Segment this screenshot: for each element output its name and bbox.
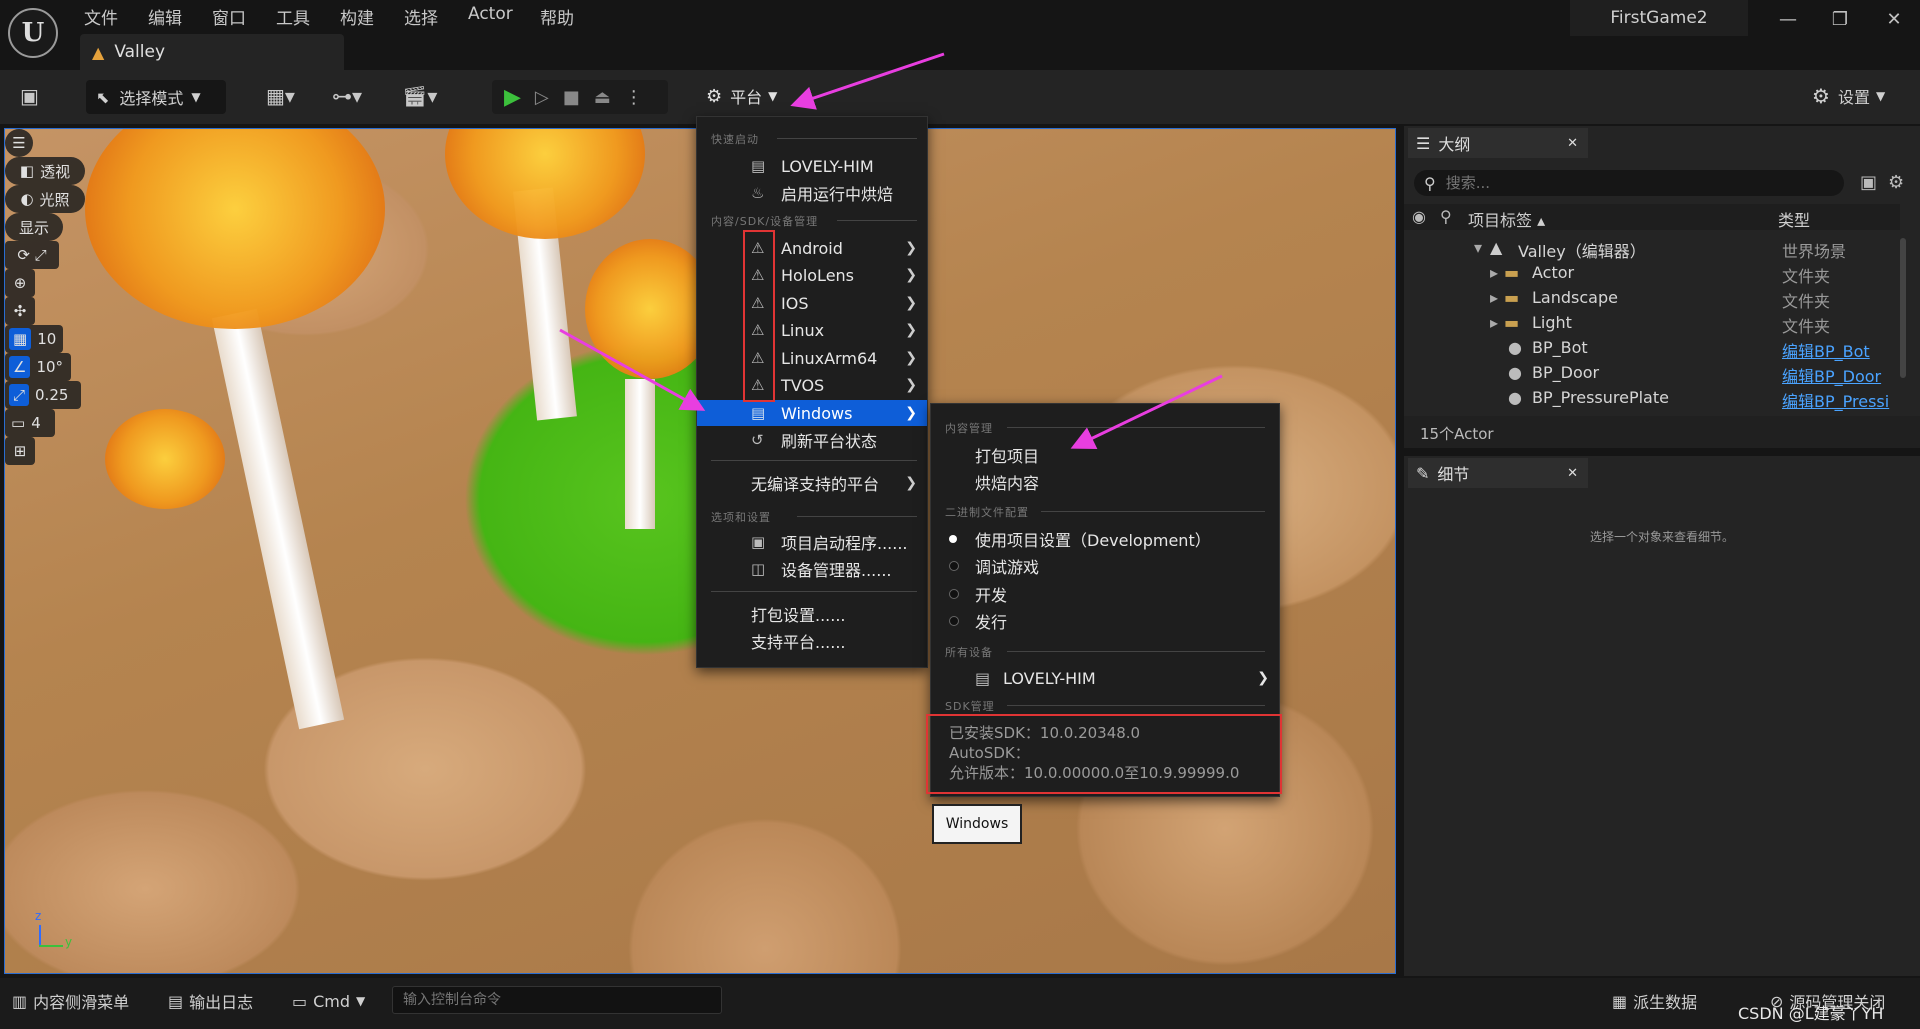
- folder-icon: ▬: [1504, 313, 1520, 332]
- derived-data-button[interactable]: ▦ 派生数据: [1612, 986, 1697, 1016]
- actor-icon: ●: [1508, 338, 1522, 357]
- outliner-row[interactable]: ● BP_PressurePlate 编辑BP_Pressi: [1404, 388, 1900, 413]
- drawer-icon: ▥: [12, 991, 28, 1011]
- edit-blueprint-link[interactable]: 编辑BP_Bot: [1782, 338, 1870, 362]
- scrollbar[interactable]: [1900, 238, 1906, 378]
- row-name: Light: [1532, 313, 1572, 332]
- row-type: 文件夹: [1782, 317, 1831, 336]
- row-type: 文件夹: [1782, 267, 1831, 286]
- pencil-icon: ✎: [1416, 463, 1430, 483]
- search-icon: ⚲: [1424, 173, 1436, 193]
- visibility-icon[interactable]: ◉: [1412, 207, 1426, 226]
- expand-icon[interactable]: ▸: [1490, 313, 1498, 332]
- search-input[interactable]: [1443, 173, 1808, 193]
- outliner-tab-label: 大纲: [1438, 135, 1471, 154]
- folder-icon: ▬: [1504, 288, 1520, 307]
- cmd-dropdown[interactable]: ▭ Cmd ▼: [292, 986, 365, 1016]
- content-drawer-label: 内容侧滑菜单: [33, 993, 130, 1012]
- outliner-header: ◉ ⚲ 项目标签 ▴ 类型: [1404, 204, 1900, 230]
- add-folder-icon[interactable]: ▣: [1860, 172, 1877, 193]
- row-name: BP_PressurePlate: [1532, 388, 1669, 407]
- gear-icon[interactable]: ⚙: [1888, 172, 1904, 193]
- derived-data-label: 派生数据: [1633, 993, 1698, 1012]
- column-type[interactable]: 类型: [1778, 207, 1810, 231]
- row-type: 世界场景: [1782, 242, 1847, 261]
- outliner-panel: ☰ 大纲 ✕ ⚲ ▣ ⚙ ◉ ⚲ 项目标签 ▴ 类型 ▾ ▲ Valley（编辑…: [1404, 126, 1920, 448]
- actor-count: 15个Actor: [1420, 425, 1494, 443]
- details-tab[interactable]: ✎ 细节 ✕: [1408, 458, 1588, 488]
- row-type: 文件夹: [1782, 292, 1831, 311]
- derived-data-icon: ▦: [1612, 991, 1628, 1011]
- collapse-icon[interactable]: ▾: [1474, 238, 1482, 257]
- expand-icon[interactable]: ▸: [1490, 288, 1498, 307]
- actor-icon: ●: [1508, 388, 1522, 407]
- edit-blueprint-link[interactable]: 编辑BP_Door: [1782, 363, 1881, 387]
- close-icon[interactable]: ✕: [1567, 466, 1578, 481]
- watermark: CSDN @L建豪丫YH: [1738, 1004, 1884, 1023]
- edit-blueprint-link[interactable]: 编辑BP_Pressi: [1782, 388, 1889, 412]
- outliner-row[interactable]: ▾ ▲ Valley（编辑器） 世界场景: [1404, 238, 1900, 263]
- outliner-row[interactable]: ▸ ▬ Light 文件夹: [1404, 313, 1900, 338]
- row-name: Landscape: [1532, 288, 1618, 307]
- details-tab-label: 细节: [1437, 465, 1470, 484]
- cmd-label: Cmd: [313, 991, 351, 1011]
- chevron-down-icon: ▼: [356, 994, 366, 1008]
- row-name: BP_Bot: [1532, 338, 1588, 357]
- details-panel: ✎ 细节 ✕ 选择一个对象来查看细节。: [1404, 456, 1920, 976]
- folder-icon: ▬: [1504, 263, 1520, 282]
- expand-icon[interactable]: ▸: [1490, 263, 1498, 282]
- output-log-button[interactable]: ▤ 输出日志: [168, 986, 253, 1016]
- outliner-tab[interactable]: ☰ 大纲 ✕: [1408, 128, 1588, 158]
- row-name: BP_Door: [1532, 363, 1600, 382]
- console-icon: ▭: [292, 991, 308, 1011]
- arrow-to-package-project: [1070, 374, 1223, 450]
- pin-icon[interactable]: ⚲: [1440, 207, 1452, 226]
- close-icon[interactable]: ✕: [1567, 136, 1578, 151]
- row-name: Actor: [1532, 263, 1575, 282]
- details-empty-hint: 选择一个对象来查看细节。: [1589, 530, 1734, 544]
- actor-icon: ●: [1508, 363, 1522, 382]
- log-icon: ▤: [168, 991, 184, 1011]
- row-name: Valley（编辑器）: [1518, 242, 1646, 261]
- column-label[interactable]: 项目标签 ▴: [1468, 207, 1545, 231]
- output-log-label: 输出日志: [189, 993, 254, 1012]
- outliner-footer: 15个Actor: [1404, 416, 1920, 448]
- console-input[interactable]: [392, 986, 722, 1014]
- world-icon: ▲: [1490, 238, 1503, 257]
- outliner-row[interactable]: ● BP_Bot 编辑BP_Bot: [1404, 338, 1900, 363]
- outliner-row[interactable]: ● BP_Door 编辑BP_Door: [1404, 363, 1900, 388]
- outliner-icon: ☰: [1416, 133, 1431, 153]
- arrow-to-platform: [790, 52, 945, 110]
- outliner-search[interactable]: ⚲: [1414, 170, 1844, 196]
- outliner-row[interactable]: ▸ ▬ Actor 文件夹: [1404, 263, 1900, 288]
- arrow-to-windows: [559, 328, 706, 411]
- outliner-row[interactable]: ▸ ▬ Landscape 文件夹: [1404, 288, 1900, 313]
- content-drawer-button[interactable]: ▥ 内容侧滑菜单: [12, 986, 129, 1016]
